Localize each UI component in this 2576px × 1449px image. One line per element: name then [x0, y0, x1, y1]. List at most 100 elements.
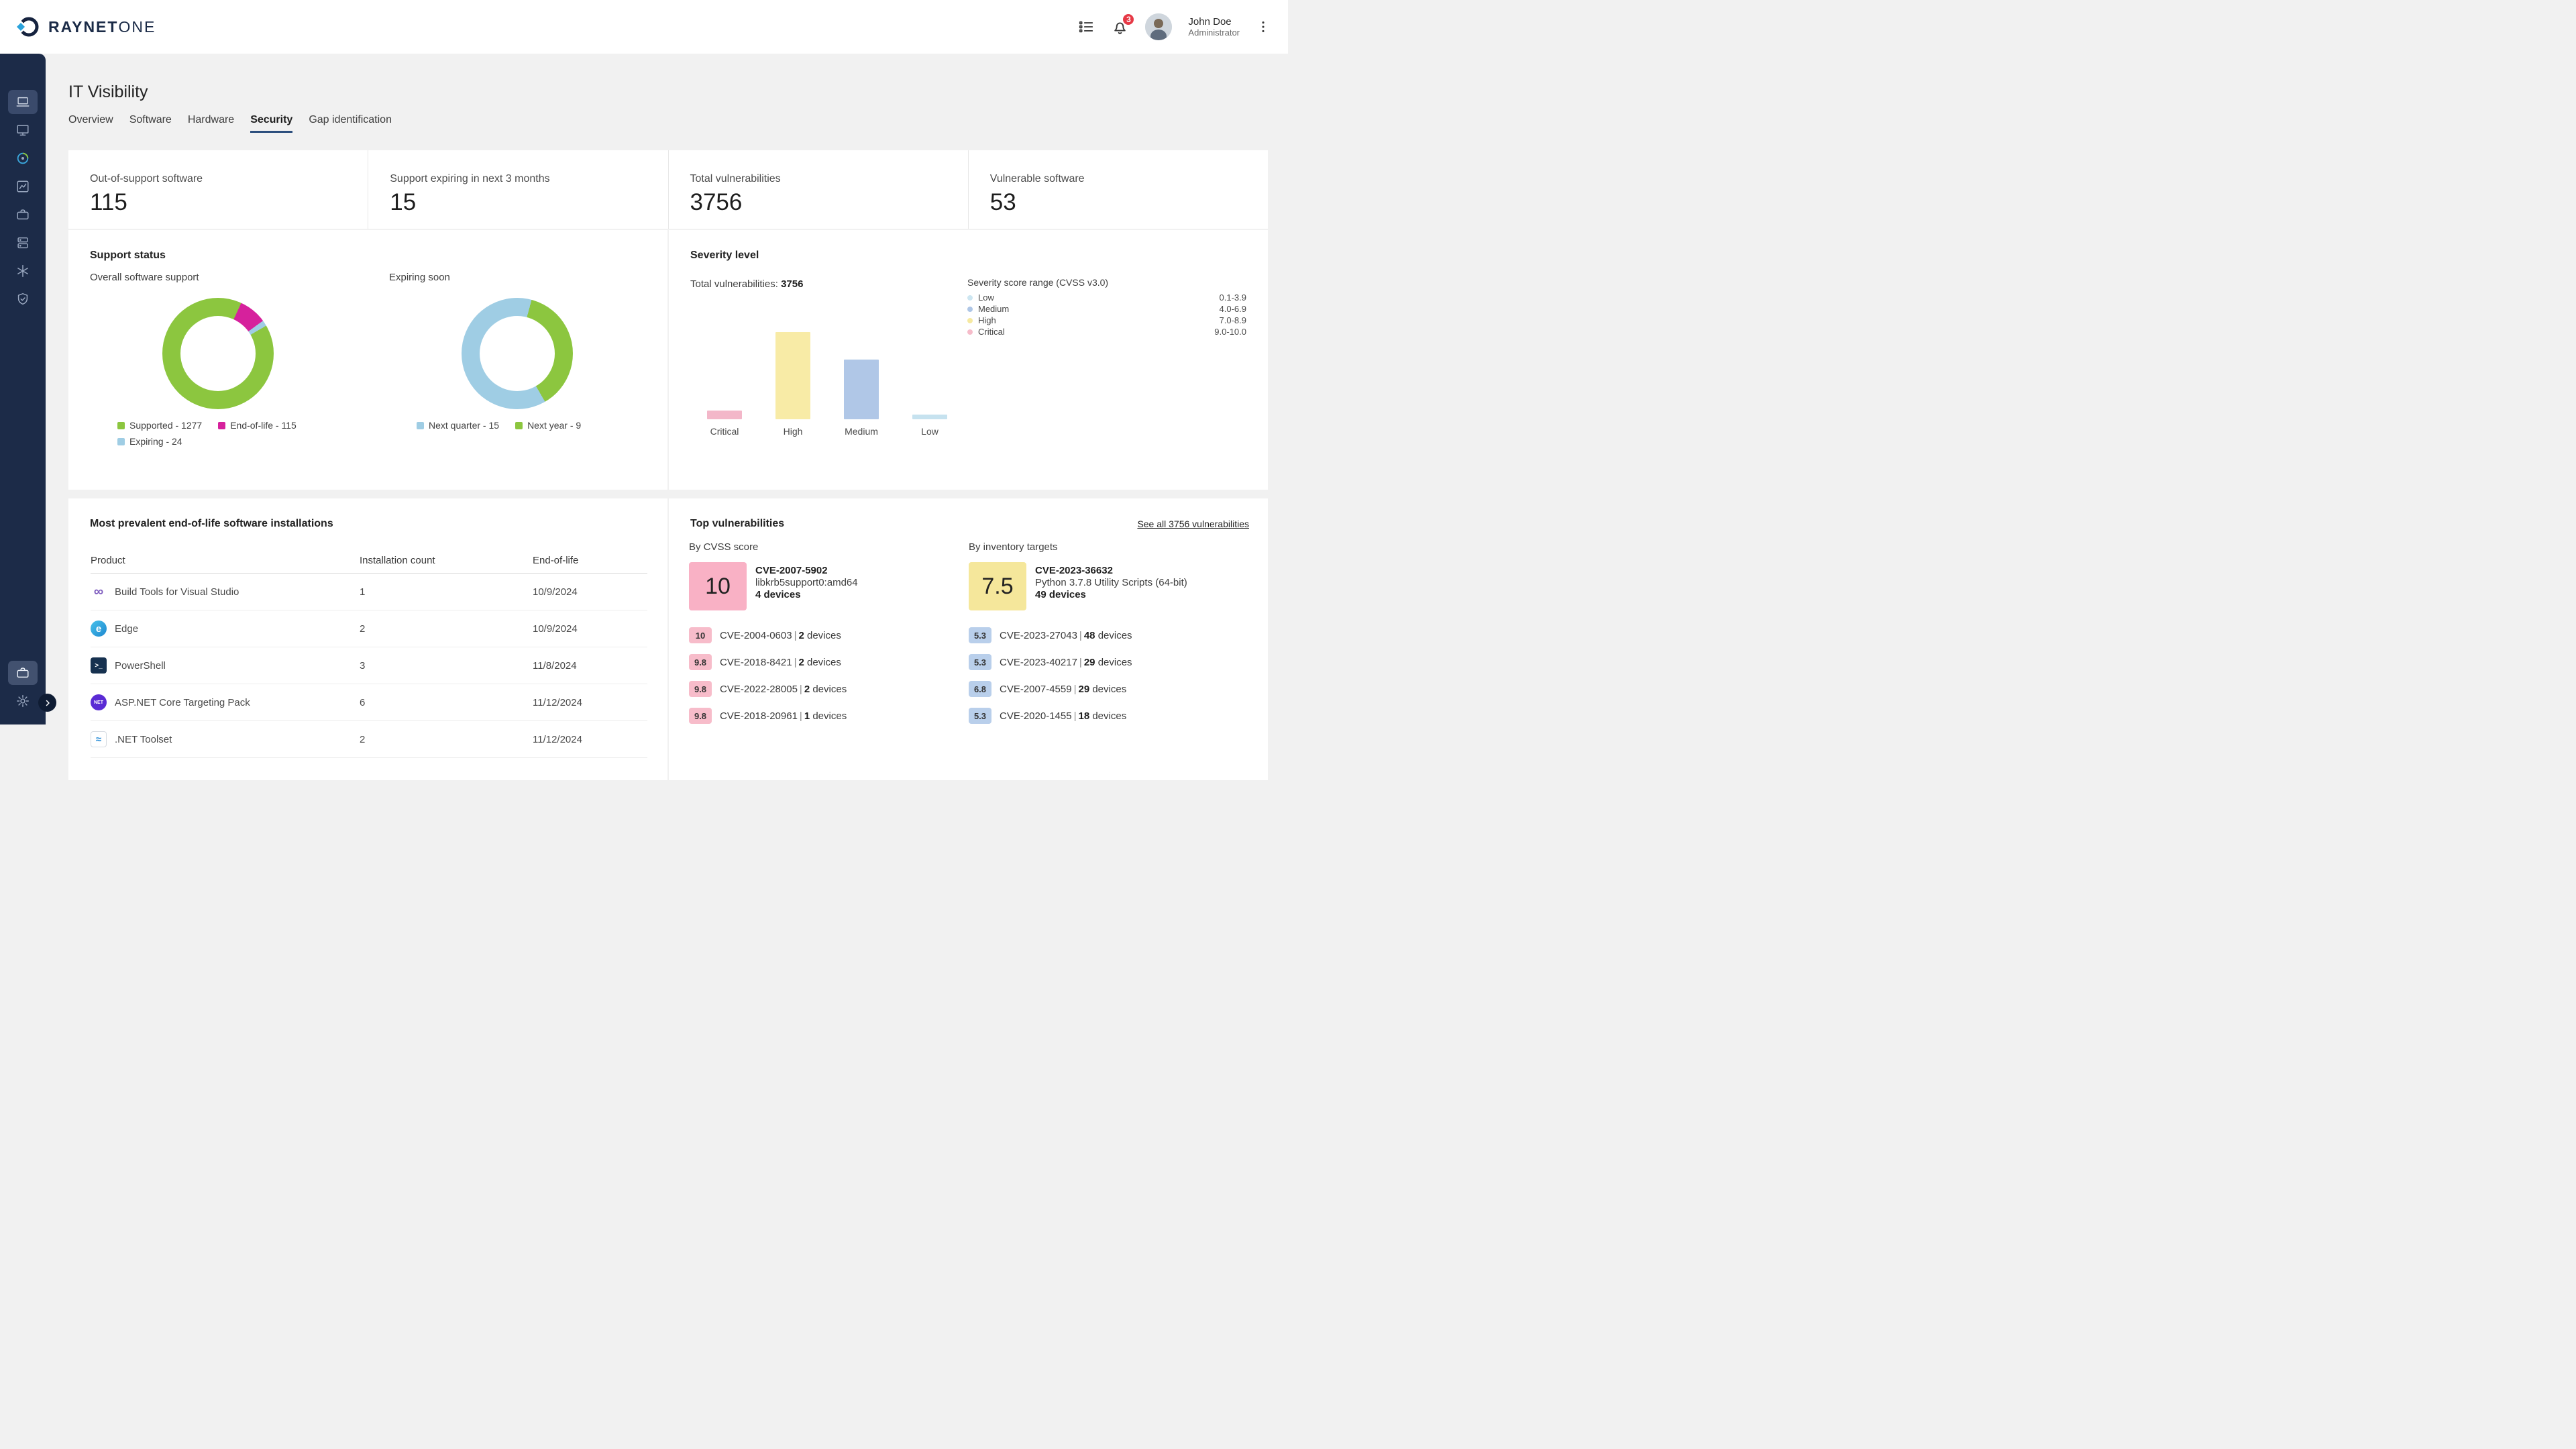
eol-installations-panel: Most prevalent end-of-life software inst…: [68, 498, 667, 780]
vulnerability-row[interactable]: 10 CVE-2004-0603|2 devices: [689, 622, 969, 649]
top-vulnerabilities-panel: Top vulnerabilities See all 3756 vulnera…: [669, 498, 1268, 780]
legend-item-next-quarter: Next quarter - 15: [417, 420, 499, 431]
sidebar-item-it-visibility[interactable]: [0, 88, 46, 116]
tab-overview[interactable]: Overview: [68, 114, 113, 133]
brand-name-primary: RAYNET: [48, 18, 118, 36]
legend-item-next-year: Next year - 9: [515, 420, 581, 431]
table-row[interactable]: Edge 2 10/9/2024: [91, 610, 647, 647]
shield-icon: [15, 292, 30, 307]
table-row[interactable]: .NET Toolset 2 11/12/2024: [91, 721, 647, 758]
by-cvss-column: By CVSS score 10 CVE-2007-5902 libkrb5su…: [689, 541, 969, 729]
sidebar: [0, 54, 46, 724]
page-title: IT Visibility: [68, 82, 1268, 102]
tab-software[interactable]: Software: [129, 114, 172, 133]
tab-gap-identification[interactable]: Gap identification: [309, 114, 392, 133]
cvss-score-chip: 9.8: [689, 654, 712, 670]
critical-dot-icon: [967, 329, 973, 335]
snowflake-icon: [15, 264, 30, 278]
vulnerability-row[interactable]: 5.3 CVE-2020-1455|18 devices: [969, 702, 1248, 729]
sidebar-item-data[interactable]: [0, 229, 46, 257]
severity-panel: Severity level Total vulnerabilities: 37…: [669, 230, 1268, 490]
legend-row-medium: Medium 4.0-6.9: [967, 303, 1246, 315]
cvss-score-chip: 10: [689, 627, 712, 643]
sidebar-item-security[interactable]: [0, 285, 46, 313]
kpi-label: Total vulnerabilities: [690, 173, 968, 185]
sidebar-item-devices[interactable]: [0, 116, 46, 144]
cve-target: Python 3.7.8 Utility Scripts (64-bit): [1035, 577, 1187, 589]
kebab-menu-icon: [1256, 19, 1271, 34]
chart-title: Overall software support: [68, 262, 368, 283]
visual-studio-icon: [91, 584, 107, 600]
cve-id: CVE-2023-36632: [1035, 565, 1187, 577]
powershell-icon: [91, 657, 107, 674]
dotnet-icon: [91, 694, 107, 710]
more-menu-button[interactable]: [1256, 19, 1271, 34]
featured-vulnerability[interactable]: 7.5 CVE-2023-36632 Python 3.7.8 Utility …: [969, 562, 1248, 610]
edge-icon: [91, 621, 107, 637]
sidebar-expand-button[interactable]: [38, 694, 56, 712]
sidebar-item-reports[interactable]: [0, 172, 46, 201]
product-disc-icon: [15, 151, 30, 166]
user-role: Administrator: [1188, 28, 1240, 38]
legend-row-low: Low 0.1-3.9: [967, 292, 1246, 303]
tab-security[interactable]: Security: [250, 114, 292, 133]
cvss-score-chip: 6.8: [969, 681, 991, 697]
support-status-panel: Support status Overall software support …: [68, 230, 667, 490]
vulnerability-row[interactable]: 9.8 CVE-2022-28005|2 devices: [689, 676, 969, 702]
chart-legend: Supported - 1277 End-of-life - 115 Expir…: [117, 420, 319, 447]
table-row[interactable]: Build Tools for Visual Studio 1 10/9/202…: [91, 574, 647, 610]
by-inventory-targets-column: By inventory targets 7.5 CVE-2023-36632 …: [969, 541, 1248, 729]
cve-id: CVE-2007-5902: [755, 565, 858, 577]
kpi-label: Out-of-support software: [90, 173, 368, 185]
cve-devices: 49 devices: [1035, 589, 1187, 601]
tab-hardware[interactable]: Hardware: [188, 114, 234, 133]
expiring-soon-donut-chart: [462, 298, 573, 409]
notification-badge: 3: [1122, 13, 1135, 26]
sidebar-item-services[interactable]: [0, 659, 46, 687]
column-label: By inventory targets: [969, 541, 1248, 553]
vulnerability-row[interactable]: 5.3 CVE-2023-40217|29 devices: [969, 649, 1248, 676]
table-row[interactable]: PowerShell 3 11/8/2024: [91, 647, 647, 684]
severity-score-legend: Severity score range (CVSS v3.0) Low 0.1…: [967, 277, 1246, 337]
app-logo[interactable]: RAYNETONE: [0, 15, 156, 38]
user-menu[interactable]: John Doe Administrator: [1188, 16, 1240, 38]
avatar-image: [1145, 13, 1172, 40]
vulnerability-row[interactable]: 9.8 CVE-2018-20961|1 devices: [689, 702, 969, 729]
legend-row-high: High 7.0-8.9: [967, 315, 1246, 326]
col-installation-count: Installation count: [360, 555, 533, 566]
database-icon: [15, 235, 30, 250]
legend-item-end-of-life: End-of-life - 115: [218, 420, 297, 431]
notifications-button[interactable]: 3: [1111, 18, 1129, 36]
kpi-support-expiring: Support expiring in next 3 months 15: [368, 150, 667, 229]
chevron-right-icon: [44, 699, 52, 707]
vulnerability-row[interactable]: 5.3 CVE-2023-27043|48 devices: [969, 622, 1248, 649]
top-bar: RAYNETONE 3 John Doe Admini: [0, 0, 1288, 54]
cvss-score-chip: 5.3: [969, 708, 991, 724]
task-list-button[interactable]: [1077, 18, 1095, 36]
bar-high: High: [775, 332, 810, 419]
vulnerability-row[interactable]: 6.8 CVE-2007-4559|29 devices: [969, 676, 1248, 702]
cve-devices: 4 devices: [755, 589, 858, 601]
chart-icon: [15, 179, 30, 194]
brand-name: RAYNETONE: [48, 18, 156, 36]
sidebar-item-product[interactable]: [0, 144, 46, 172]
eol-table: Product Installation count End-of-life B…: [91, 548, 647, 758]
see-all-vulnerabilities-link[interactable]: See all 3756 vulnerabilities: [1137, 519, 1249, 529]
gear-icon: [15, 694, 30, 708]
laptop-icon: [15, 95, 30, 109]
table-row[interactable]: ASP.NET Core Targeting Pack 6 11/12/2024: [91, 684, 647, 721]
raynet-logo-icon: [16, 15, 40, 38]
vulnerability-row[interactable]: 9.8 CVE-2018-8421|2 devices: [689, 649, 969, 676]
briefcase-icon: [15, 207, 30, 222]
kpi-value: 3756: [690, 189, 968, 216]
legend-item-expiring: Expiring - 24: [117, 436, 182, 447]
sidebar-item-portfolio[interactable]: [0, 201, 46, 229]
legend-row-critical: Critical 9.0-10.0: [967, 326, 1246, 337]
bar-low: Low: [912, 332, 947, 419]
medium-dot-icon: [967, 307, 973, 312]
featured-vulnerability[interactable]: 10 CVE-2007-5902 libkrb5support0:amd64 4…: [689, 562, 969, 610]
avatar[interactable]: [1145, 13, 1172, 40]
cvss-score-chip: 9.8: [689, 708, 712, 724]
kpi-strip: Out-of-support software 115 Support expi…: [68, 150, 1268, 229]
sidebar-item-integrations[interactable]: [0, 257, 46, 285]
